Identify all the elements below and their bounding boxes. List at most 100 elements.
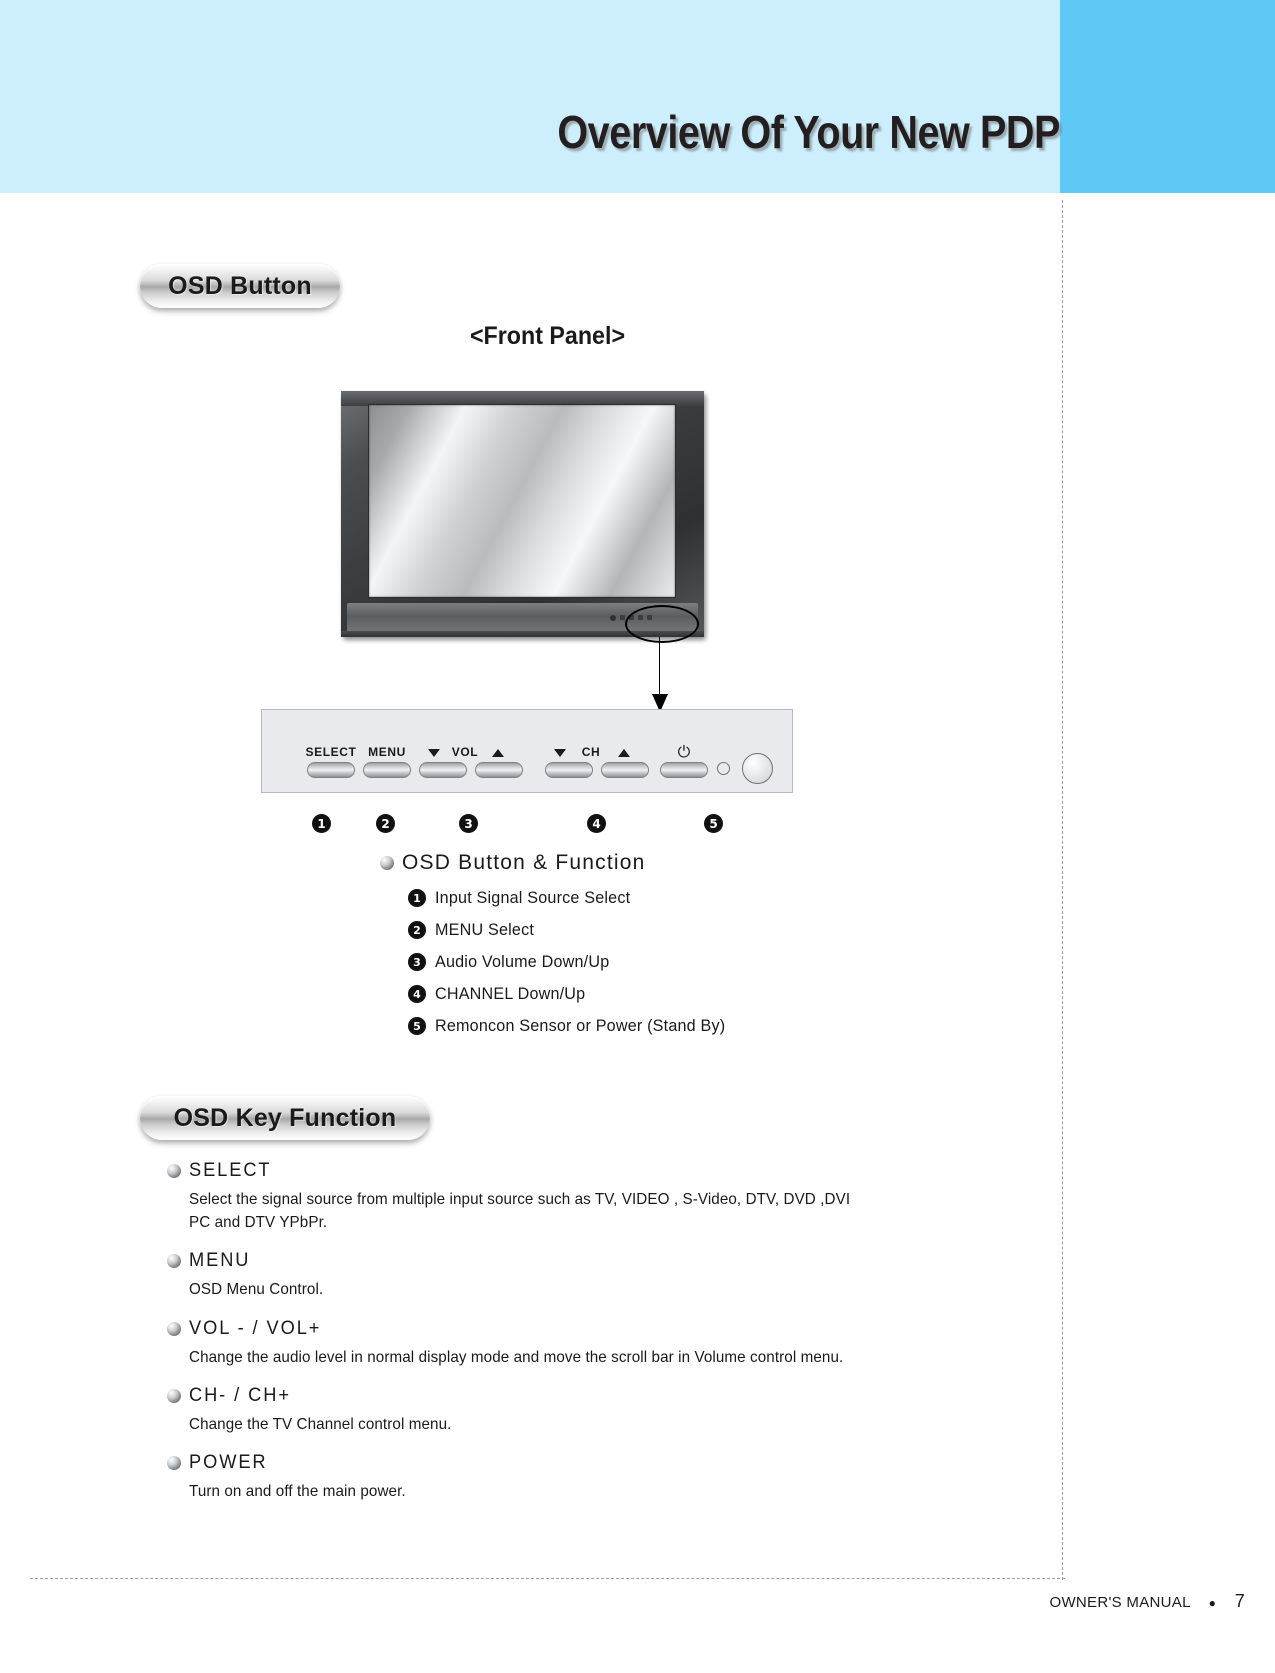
list-item: 1 Input Signal Source Select [408, 888, 900, 908]
panel-key-menu-cap[interactable] [363, 762, 411, 778]
panel-key-vol-down[interactable]: VOL [419, 745, 478, 778]
panel-key-select[interactable]: SELECT [306, 745, 356, 778]
key-function-title: CH- / CH+ [167, 1385, 1057, 1407]
osd-function-block: OSD Button & Function 1 Input Signal Sou… [380, 851, 900, 1048]
panel-key-ch-up-cap[interactable] [601, 762, 649, 778]
key-function-title: POWER [167, 1452, 1057, 1474]
tv-key-icon-1 [620, 615, 625, 620]
key-function-description: Change the audio level in normal display… [189, 1346, 1057, 1369]
marker-1: 1 [312, 814, 331, 833]
footer-manual-label: OWNER'S MANUAL [1049, 1594, 1191, 1611]
key-function-title-label: CH- / CH+ [189, 1384, 291, 1406]
key-function-group-ch: CH- / CH+ Change the TV Channel control … [167, 1385, 1057, 1436]
marker-3: 3 [459, 814, 478, 833]
callout-leader-line [659, 637, 660, 700]
key-function-description-line: PC and DTV YPbPr. [189, 1214, 328, 1232]
list-item: 5 Remoncon Sensor or Power (Stand By) [408, 1016, 900, 1036]
section-badge-osd-button-label: OSD Button [168, 271, 312, 300]
key-function-title-label: POWER [189, 1451, 268, 1473]
panel-key-power[interactable]: ⏻ [660, 745, 708, 778]
osd-function-list: 1 Input Signal Source Select 2 MENU Sele… [408, 888, 900, 1036]
panel-key-vol-up-cap[interactable] [475, 762, 523, 778]
key-function-title-label: SELECT [189, 1160, 272, 1181]
marker-5: 5 [408, 1017, 426, 1035]
panel-key-ch-down-cap[interactable] [545, 762, 593, 778]
key-function-description: Select the signal source from multiple i… [189, 1188, 1057, 1234]
key-function-title: MENU [167, 1250, 1057, 1272]
list-item-label: Remoncon Sensor or Power (Stand By) [435, 1016, 726, 1035]
key-function-description-line: OSD Menu Control. [189, 1281, 324, 1299]
key-function-title: VOL - / VOL+ [167, 1318, 1057, 1340]
key-function-description: Change the TV Channel control menu. [189, 1413, 1057, 1436]
key-function-title-label: VOL - / VOL+ [189, 1317, 322, 1339]
key-function-title-label: MENU [189, 1250, 251, 1272]
marker-2: 2 [376, 814, 395, 833]
callout-highlight-ellipse [625, 605, 699, 643]
tv-screen [369, 405, 675, 597]
section-badge-osd-key-function-label: OSD Key Function [173, 1103, 397, 1132]
key-function-group-vol: VOL - / VOL+ Change the audio level in n… [167, 1318, 1057, 1369]
footer-separator-dot-icon: ● [1208, 1596, 1217, 1610]
key-function-description-line: Select the signal source from multiple i… [189, 1191, 851, 1208]
key-function-description: Turn on and off the main power. [189, 1480, 1057, 1503]
triangle-up-icon [618, 749, 630, 757]
osd-function-heading-label: OSD Button & Function [402, 851, 646, 874]
key-function-group-select: SELECT Select the signal source from mul… [167, 1160, 1057, 1234]
power-icon: ⏻ [677, 744, 691, 761]
panel-key-vol-label: VOL [451, 745, 479, 759]
key-function-group-power: POWER Turn on and off the main power. [167, 1452, 1057, 1503]
marker-4: 4 [587, 814, 606, 833]
bullet-sphere-icon [167, 1455, 181, 1470]
panel-key-ch-up[interactable] [601, 749, 649, 778]
key-function-title: SELECT [167, 1160, 1057, 1182]
footer-page-number: 7 [1234, 1591, 1245, 1611]
triangle-up-icon [492, 749, 504, 757]
list-item-label: MENU Select [435, 920, 535, 939]
tv-bezel-top-edge [341, 391, 704, 406]
section-badge-osd-key-function: OSD Key Function [140, 1096, 430, 1140]
panel-key-vol-down-cap[interactable] [419, 762, 467, 778]
marker-1: 1 [408, 889, 426, 907]
panel-key-power-cap[interactable] [660, 762, 708, 778]
list-item-label: CHANNEL Down/Up [435, 984, 586, 1003]
page-title: Overview Of Your New PDP [557, 106, 1060, 158]
list-item: 3 Audio Volume Down/Up [408, 952, 900, 972]
key-function-description: OSD Menu Control. [189, 1278, 1057, 1301]
key-function-description-line: Change the TV Channel control menu. [189, 1415, 452, 1433]
key-function-group-menu: MENU OSD Menu Control. [167, 1250, 1057, 1301]
panel-key-select-cap[interactable] [307, 762, 355, 778]
bullet-sphere-icon [167, 1388, 181, 1403]
panel-key-select-label: SELECT [305, 745, 357, 759]
triangle-down-icon [428, 749, 440, 757]
front-panel-caption: <Front Panel> [469, 322, 626, 350]
marker-2: 2 [408, 921, 426, 939]
key-function-description-line: Change the audio level in normal display… [189, 1348, 844, 1366]
list-item-label: Input Signal Source Select [435, 888, 631, 907]
front-control-panel: SELECT MENU VOL CH ⏻ [261, 709, 793, 793]
bullet-sphere-icon [167, 1321, 181, 1336]
section-badge-osd-button: OSD Button [140, 264, 340, 308]
osd-function-heading: OSD Button & Function [380, 851, 900, 875]
marker-4: 4 [408, 985, 426, 1003]
bullet-sphere-icon [167, 1164, 181, 1178]
marker-5: 5 [704, 814, 723, 833]
page-header [0, 0, 1275, 193]
marker-3: 3 [408, 953, 426, 971]
list-item-label: Audio Volume Down/Up [435, 952, 610, 971]
control-panel-keys: SELECT MENU VOL CH ⏻ [262, 710, 792, 792]
triangle-down-icon [554, 749, 566, 757]
osd-key-function-block: SELECT Select the signal source from mul… [167, 1160, 1057, 1519]
panel-key-ch-label: CH [581, 745, 601, 759]
panel-key-vol-up[interactable] [475, 749, 523, 778]
remote-sensor-icon [742, 753, 773, 784]
pdp-tv-illustration [341, 391, 704, 637]
list-item: 2 MENU Select [408, 920, 900, 940]
panel-key-ch-down[interactable]: CH [545, 745, 600, 778]
list-item: 4 CHANNEL Down/Up [408, 984, 900, 1004]
key-function-description-line: Turn on and off the main power. [189, 1482, 406, 1500]
tv-power-indicator-icon [610, 614, 616, 621]
bullet-sphere-icon [167, 1254, 181, 1269]
bullet-sphere-icon [380, 856, 394, 870]
right-dashed-rule [1062, 200, 1063, 1580]
panel-key-menu[interactable]: MENU [363, 745, 411, 778]
